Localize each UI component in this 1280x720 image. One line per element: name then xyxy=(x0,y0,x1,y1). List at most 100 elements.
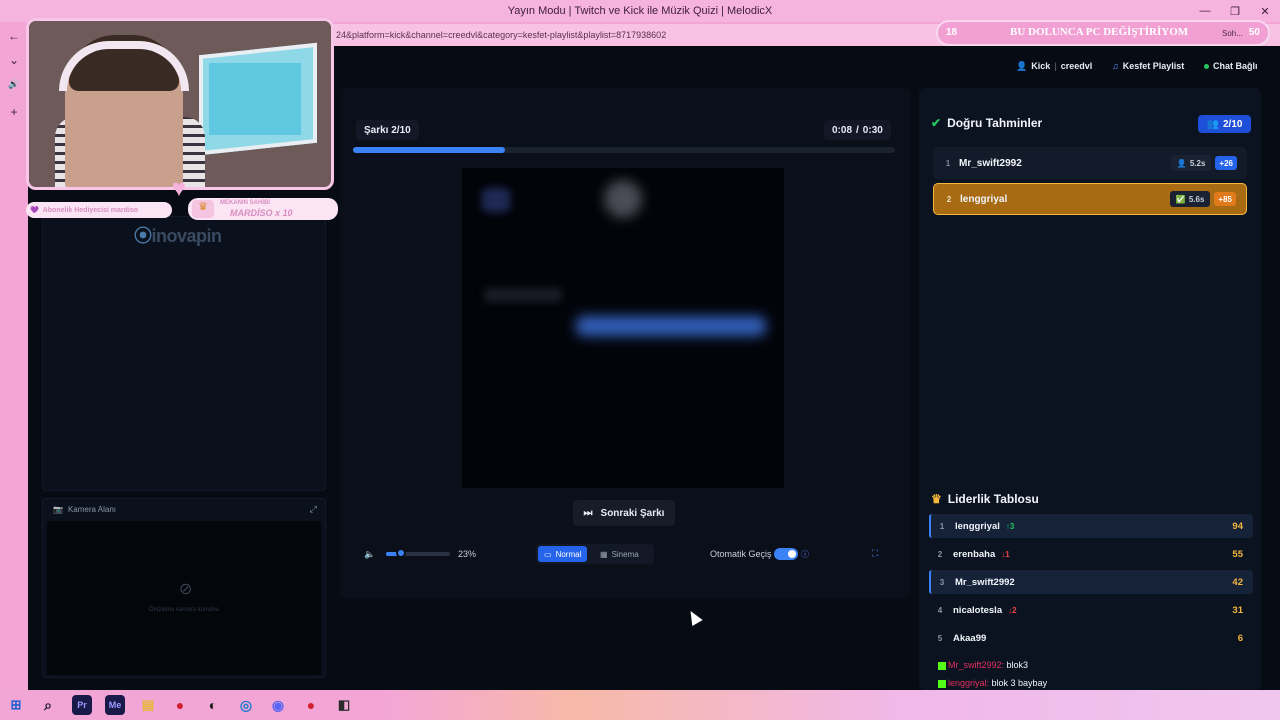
auto-advance-toggle[interactable] xyxy=(774,548,798,560)
heart-icon: ♥ xyxy=(171,175,187,202)
blur-shape xyxy=(604,180,642,218)
guess-row: 1 Mr_swift2992 👤 5.2s +26 xyxy=(933,147,1247,179)
camera-panel: 📷 Kamera Alanı ⤢ ⊘ Önizleme kamera konum… xyxy=(42,498,326,678)
lb-trend: ↓1 xyxy=(1001,549,1010,559)
speaker-icon[interactable]: 🔊 xyxy=(4,74,24,94)
restore-button[interactable]: ❐ xyxy=(1220,0,1250,22)
chevron-down-icon[interactable]: ⌄ xyxy=(4,50,24,70)
monitor-icon: ▭ xyxy=(544,549,552,559)
guess-count: 2/10 xyxy=(1222,118,1243,130)
media-encoder-icon[interactable]: Me xyxy=(105,695,125,715)
discord-icon[interactable]: ◉ xyxy=(268,695,288,715)
mode-cinema-button[interactable]: ▦ Sinema xyxy=(594,546,645,562)
next-song-button[interactable]: ⏭ Sonraki Şarkı xyxy=(573,500,675,526)
volume-percent: 23% xyxy=(458,549,477,559)
search-icon[interactable]: ⌕ xyxy=(38,695,58,715)
app-icon[interactable]: ◧ xyxy=(334,695,354,715)
leaderboard-header: ♛ Liderlik Tablosu xyxy=(931,492,1039,506)
lb-trend: ↑3 xyxy=(1005,521,1015,531)
guess-points: +85 xyxy=(1214,192,1236,206)
new-tab-icon[interactable]: + xyxy=(4,102,24,122)
lb-rank: 5 xyxy=(937,633,943,643)
view-mode-switch: ▭ Normal ▦ Sinema xyxy=(536,544,654,564)
windows-start-icon[interactable]: ⊞ xyxy=(6,695,26,715)
camera-title: Kamera Alanı xyxy=(67,505,116,514)
webcam-overlay xyxy=(26,18,334,190)
song-progress-fill xyxy=(353,147,505,153)
song-counter: Şarkı 2/10 xyxy=(356,120,419,140)
chat-user: lenggriyal: xyxy=(948,678,990,688)
skip-next-icon: ⏭ xyxy=(583,507,593,519)
users-icon: 👥 xyxy=(1206,118,1219,130)
owner-pill: ♛ MEKANIN SAHİBİ MARDİSO x 10 xyxy=(188,198,338,220)
camera-placeholder: Önizleme kamera konumu xyxy=(148,607,220,613)
playlist-label: Kesfet Playlist xyxy=(1122,61,1185,71)
back-icon[interactable]: ← xyxy=(4,26,24,46)
folder-icon[interactable]: ▤ xyxy=(138,695,158,715)
status-dot-icon xyxy=(1204,63,1209,69)
chat-message: Mr_swift2992: blok3 xyxy=(938,660,1028,670)
expand-icon[interactable]: ⤢ xyxy=(310,504,317,515)
guess-time: 5.6s xyxy=(1188,194,1205,204)
check-circle-icon: ✔ xyxy=(931,116,942,130)
guess-rank: 2 xyxy=(946,194,952,204)
correct-guesses-title: Doğru Tahminler xyxy=(947,116,1043,130)
heart-badge-icon: 💜 xyxy=(30,207,39,214)
lb-rank: 3 xyxy=(939,577,945,587)
app-icon[interactable]: ● xyxy=(170,695,190,715)
song-progress-bar[interactable] xyxy=(353,147,895,153)
taskbar: ⊞ ⌕ Pr Me ▤ ● ◐ ◎ ◉ ● ◧ xyxy=(0,690,1280,720)
right-panel: ✔ Doğru Tahminler 👥 2/10 1 Mr_swift2992 … xyxy=(919,88,1261,690)
mode-normal-label: Normal xyxy=(555,549,582,559)
auto-advance-label: Otomatik Geçiş xyxy=(710,549,772,559)
subscriber-gift-pill: 💜 Abonelik Hediyecisi mardiso xyxy=(26,202,172,218)
lb-score: 42 xyxy=(1232,576,1243,588)
guess-time-badge: 👤 5.2s xyxy=(1170,155,1212,171)
guess-row-highlighted: 2 lenggriyal ✅ 5.6s +85 xyxy=(933,183,1247,215)
lb-score: 31 xyxy=(1232,604,1243,616)
leaderboard-row: 4 nicalotesla ↓2 31 xyxy=(929,598,1253,622)
chat-text: blok 3 baybay xyxy=(989,678,1048,688)
edge-icon[interactable]: ◎ xyxy=(236,695,256,715)
url-text: 24&platform=kick&channel=creedvl&categor… xyxy=(336,30,667,40)
goal-text: BU DOLUNCA PC DEĞİŞTİRİYOM xyxy=(1010,26,1189,38)
camera-off-icon: ⊘ xyxy=(179,581,193,598)
blurred-video xyxy=(462,168,784,488)
obs-icon[interactable]: ◐ xyxy=(203,695,223,715)
mode-normal-button[interactable]: ▭ Normal xyxy=(538,546,588,562)
record-icon[interactable]: ● xyxy=(301,695,321,715)
lb-name: Akaa99 xyxy=(953,632,987,644)
time-separator: / xyxy=(856,124,859,136)
chat-status-pill: Chat Bağlı xyxy=(1204,58,1258,74)
music-note-icon: ♫ xyxy=(1112,61,1119,71)
crown-icon: ♛ xyxy=(931,492,942,506)
chat-message: lenggriyal: blok 3 baybay xyxy=(938,678,1047,688)
pill-divider: | xyxy=(1054,61,1057,71)
location-pin-icon: ⦿ xyxy=(134,226,152,246)
lb-score: 94 xyxy=(1232,520,1243,532)
lb-rank: 2 xyxy=(937,549,943,559)
guess-name: Mr_swift2992 xyxy=(959,157,1022,169)
owner-name: MARDİSO x 10 xyxy=(230,208,293,218)
lb-trend: ↓2 xyxy=(1008,605,1017,615)
lb-name: lenggriyal xyxy=(955,520,1000,532)
minimize-button[interactable]: — xyxy=(1190,0,1220,22)
film-icon: ▦ xyxy=(600,549,608,559)
leaderboard-row: 3 Mr_swift2992 42 xyxy=(929,570,1253,594)
owner-label: MEKANIN SAHİBİ xyxy=(220,200,271,206)
time-current: 0:08 xyxy=(832,124,853,136)
mode-cinema-label: Sinema xyxy=(611,549,639,559)
camera-preview: ⊘ Önizleme kamera konumu xyxy=(47,521,321,675)
premiere-icon[interactable]: Pr xyxy=(72,695,92,715)
sponsor-logo: ⦿inovapin xyxy=(134,226,222,246)
fullscreen-icon[interactable]: ⛶ xyxy=(872,548,878,559)
player-controls: 🔈 23% ▭ Normal ▦ Sinema Otomatik Geçiş ⓘ… xyxy=(340,540,910,570)
window-title: Yayın Modu | Twitch ve Kick ile Müzik Qu… xyxy=(507,5,773,17)
volume-icon[interactable]: 🔈 xyxy=(364,549,375,560)
lb-score: 6 xyxy=(1237,632,1243,644)
camera-icon: 📷 xyxy=(53,505,63,514)
close-button[interactable]: ✕ xyxy=(1250,0,1280,22)
time-total: 0:30 xyxy=(862,124,883,136)
volume-knob[interactable] xyxy=(395,548,406,558)
info-icon[interactable]: ⓘ xyxy=(801,549,809,560)
